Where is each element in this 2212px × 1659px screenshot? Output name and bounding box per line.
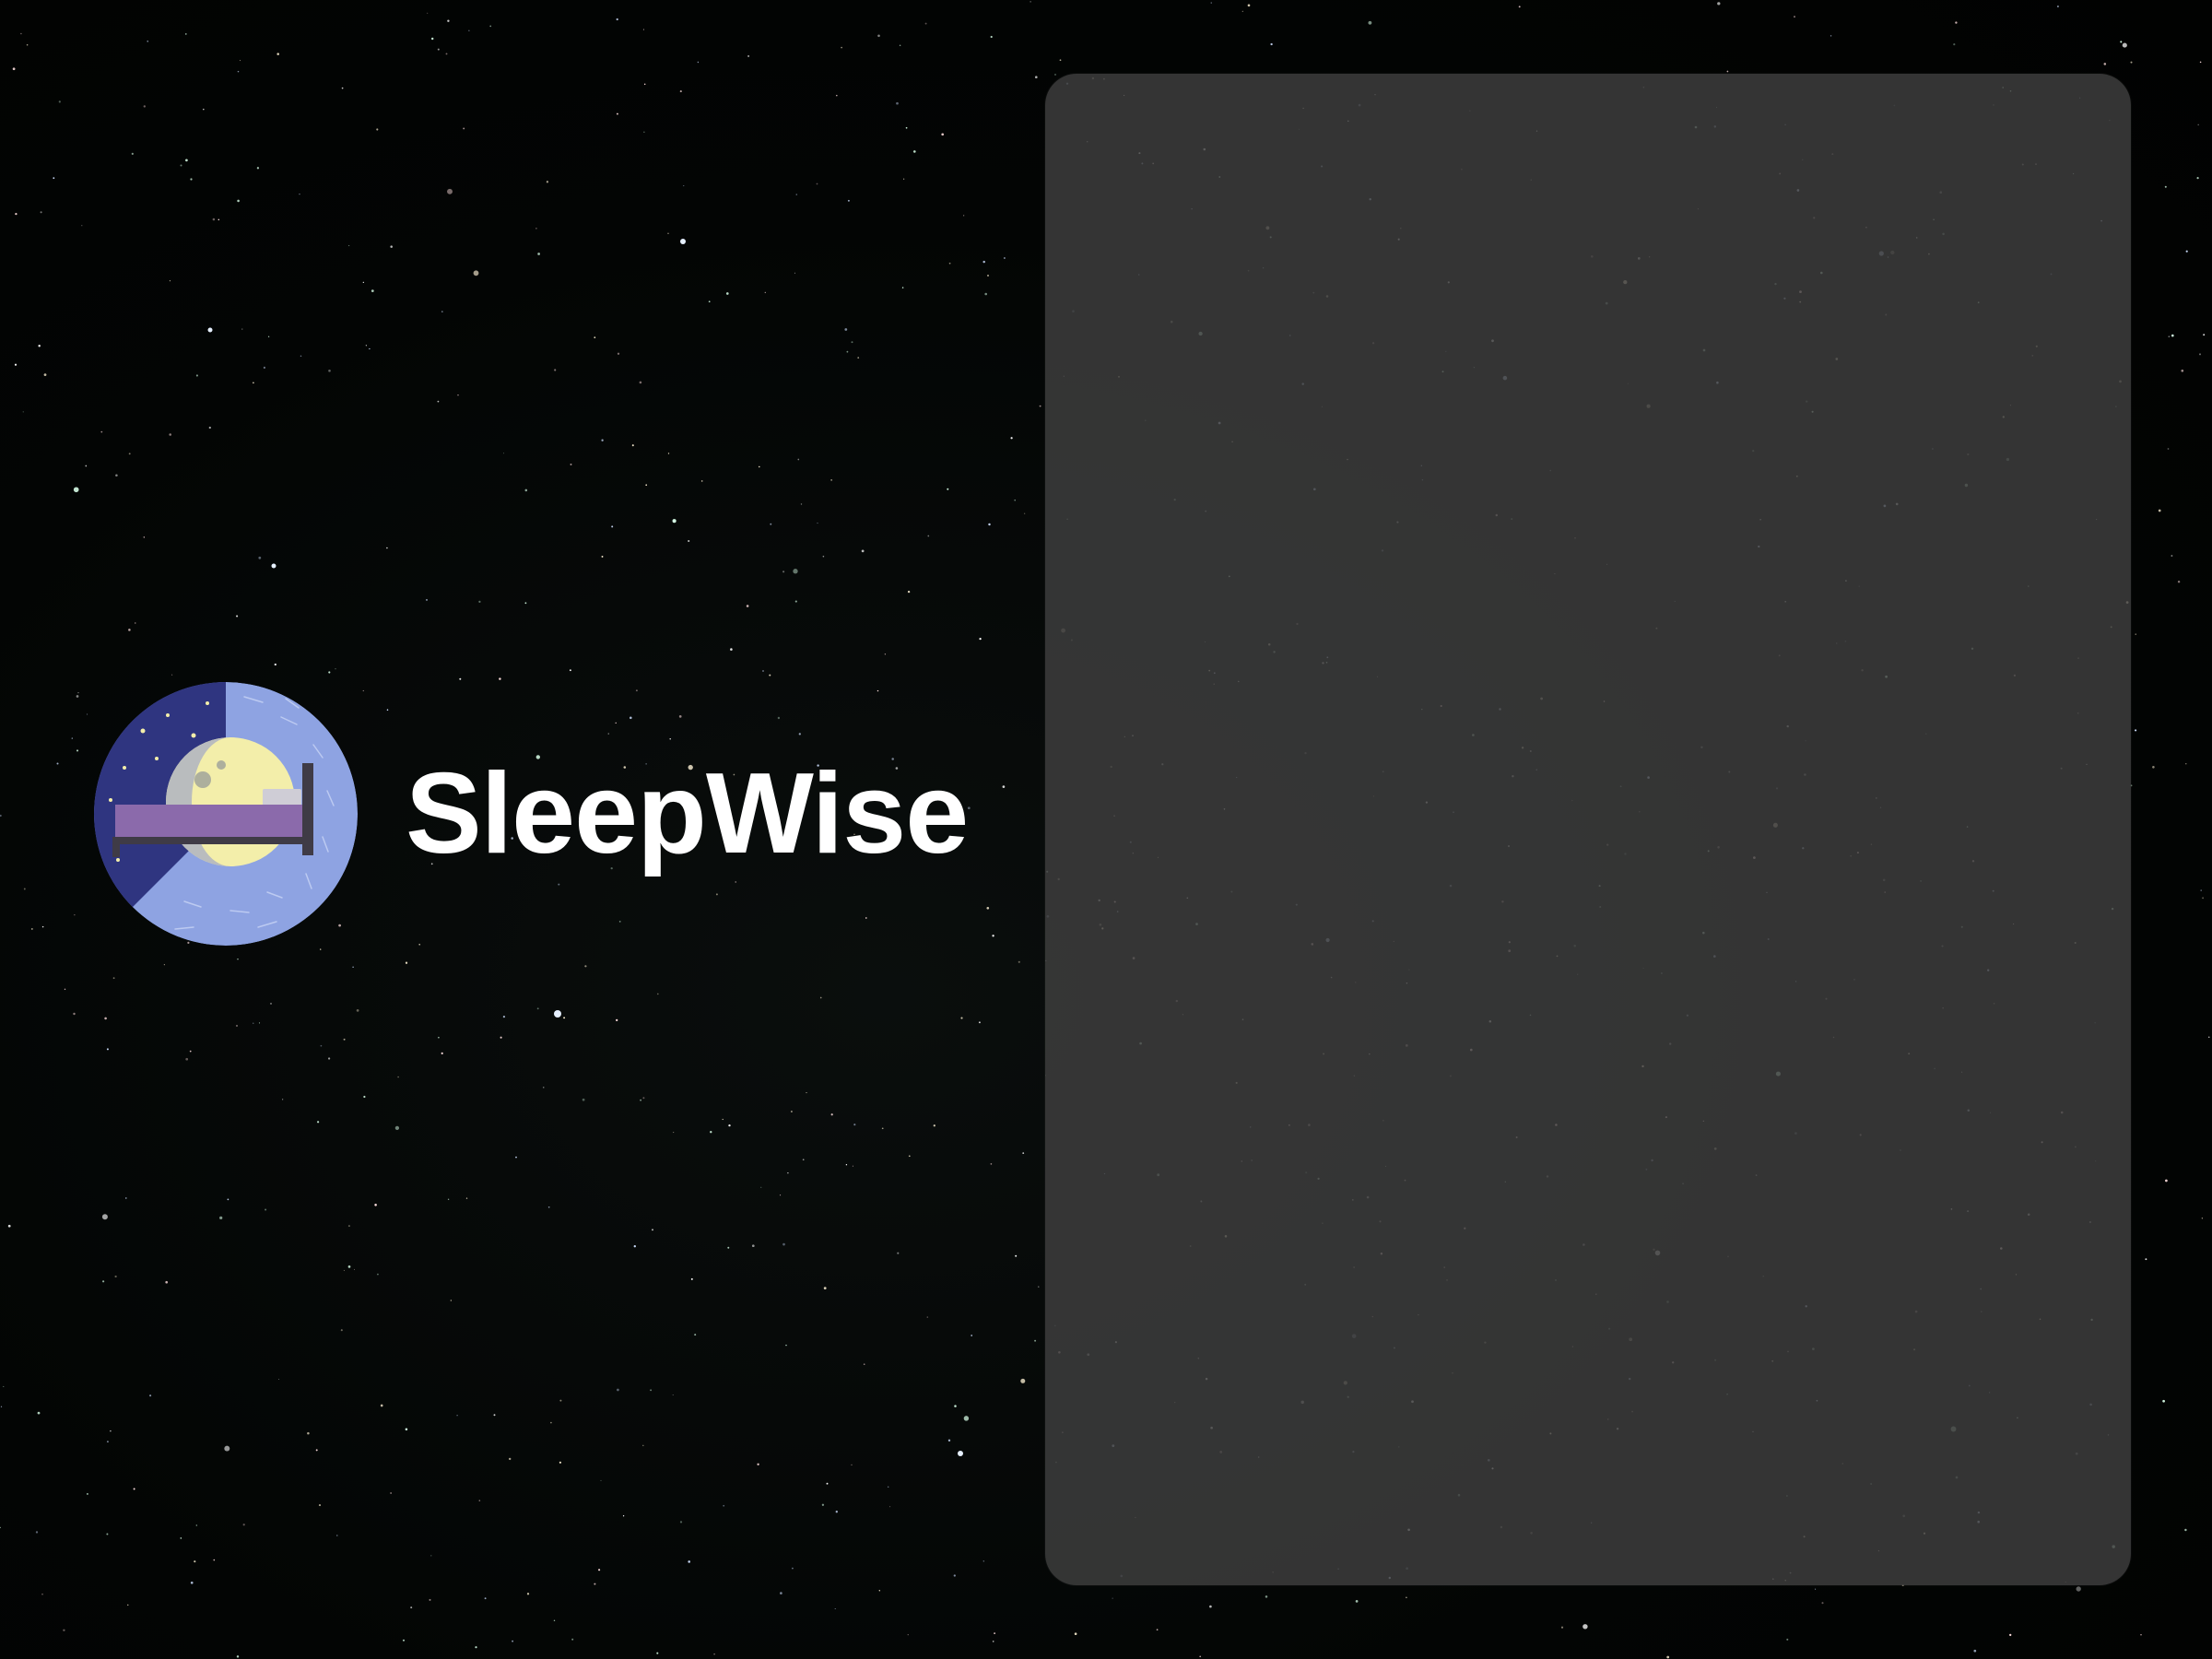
app-title: SleepWise xyxy=(406,749,969,877)
brand-header: SleepWise xyxy=(92,677,969,949)
moon-bed-logo-icon xyxy=(92,680,359,947)
content-panel xyxy=(1045,74,2131,1585)
app-window: SleepWise xyxy=(0,0,2212,1659)
